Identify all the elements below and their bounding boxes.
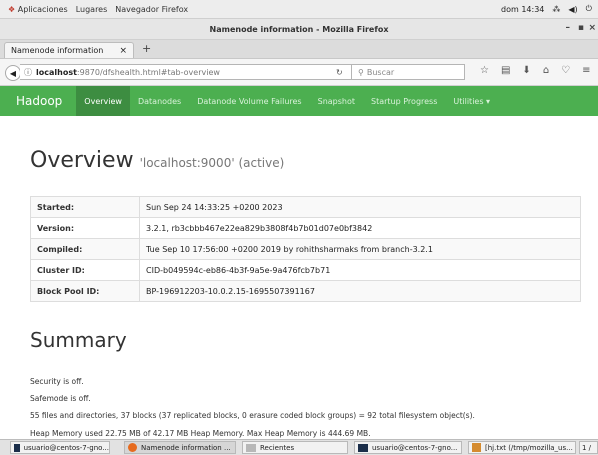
new-tab-icon[interactable]: +: [142, 42, 151, 55]
row-key: Block Pool ID:: [30, 280, 140, 302]
taskbar-item-recientes[interactable]: Recientes: [242, 441, 348, 454]
library-icon[interactable]: ▤: [501, 65, 510, 76]
text-editor-icon: [472, 443, 481, 452]
os-top-bar: ❖ Aplicaciones Lugares Navegador Firefox…: [0, 0, 598, 19]
taskbar-label: Namenode information ...: [141, 443, 231, 452]
download-icon[interactable]: ⬇: [522, 65, 530, 76]
menu-icon[interactable]: ≡: [582, 65, 590, 76]
taskbar-label: usuario@centos-7-gno...: [372, 443, 458, 452]
taskbar-label: Recientes: [260, 443, 295, 452]
volume-icon[interactable]: ◀): [568, 5, 577, 14]
taskbar-label: usuario@centos-7-gno...: [23, 443, 109, 452]
power-icon[interactable]: ⏻: [586, 4, 592, 14]
table-row: Version: 3.2.1, rb3cbbb467e22ea829b3808f4…: [30, 217, 581, 239]
firefox-icon: [128, 443, 137, 452]
taskbar-item-terminal-1[interactable]: usuario@centos-7-gno...: [10, 441, 110, 454]
nav-snapshot[interactable]: Snapshot: [310, 86, 363, 116]
taskbar-item-editor[interactable]: [hj.txt (/tmp/mozilla_us...: [468, 441, 576, 454]
heap-memory: Heap Memory used 22.75 MB of 42.17 MB He…: [30, 429, 371, 438]
bookmark-star-icon[interactable]: ☆: [480, 65, 489, 76]
row-value: Sun Sep 24 14:33:25 +0200 2023: [139, 196, 581, 218]
hadoop-navbar: Hadoop Overview Datanodes Datanode Volum…: [0, 86, 598, 116]
row-key: Version:: [30, 217, 140, 239]
network-icon[interactable]: ⁂: [552, 5, 560, 14]
table-row: Cluster ID: CID-b049594c-eb86-4b3f-9a5e-9…: [30, 259, 581, 281]
taskbar-item-terminal-2[interactable]: usuario@centos-7-gno...: [354, 441, 462, 454]
table-row: Started: Sun Sep 24 14:33:25 +0200 2023: [30, 196, 581, 218]
table-row: Block Pool ID: BP-196912203-10.0.2.15-169…: [30, 280, 581, 302]
back-icon[interactable]: ◀: [5, 65, 21, 81]
overview-subtitle: 'localhost:9000' (active): [139, 156, 285, 170]
url-bar[interactable]: ⓘ localhost:9870/dfshealth.html#tab-over…: [20, 64, 352, 80]
search-input[interactable]: ⚲ Buscar: [351, 64, 465, 80]
taskbar-label: [hj.txt (/tmp/mozilla_us...: [485, 443, 573, 452]
workspace-indicator[interactable]: 1 /: [579, 441, 598, 454]
nav-overview[interactable]: Overview: [76, 86, 130, 116]
row-value: 3.2.1, rb3cbbb467e22ea829b3808f4b7b01d07…: [139, 217, 581, 239]
row-value: Tue Sep 10 17:56:00 +0200 2019 by rohith…: [139, 238, 581, 260]
filesystem-objects: 55 files and directories, 37 blocks (37 …: [30, 411, 475, 420]
nav-volume-failures[interactable]: Datanode Volume Failures: [189, 86, 309, 116]
places-menu[interactable]: Lugares: [76, 5, 108, 14]
row-value: BP-196912203-10.0.2.15-1695507391167: [139, 280, 581, 302]
maximize-icon[interactable]: ▪: [578, 23, 584, 33]
search-icon: ⚲: [358, 67, 364, 77]
url-path: :9870/dfshealth.html#tab-overview: [76, 67, 220, 77]
nav-datanodes[interactable]: Datanodes: [130, 86, 189, 116]
table-row: Compiled: Tue Sep 10 17:56:00 +0200 2019 …: [30, 238, 581, 260]
clock[interactable]: dom 14:34: [501, 5, 544, 14]
security-status: Security is off.: [30, 377, 84, 386]
summary-heading: Summary: [30, 328, 127, 352]
applications-menu[interactable]: ❖ Aplicaciones: [8, 5, 68, 14]
pocket-icon[interactable]: ♡: [561, 65, 570, 76]
url-host: localhost: [36, 67, 77, 77]
close-window-icon[interactable]: ×: [588, 23, 596, 33]
overview-table: Started: Sun Sep 24 14:33:25 +0200 2023 V…: [30, 196, 581, 302]
search-placeholder: Buscar: [366, 67, 395, 77]
window-title: Namenode information - Mozilla Firefox: [209, 24, 389, 34]
apps-icon: ❖: [8, 4, 16, 14]
safemode-status: Safemode is off.: [30, 394, 91, 403]
tab-namenode[interactable]: Namenode information ×: [4, 42, 134, 58]
hadoop-brand[interactable]: Hadoop: [16, 94, 62, 108]
window-title-bar: Namenode information - Mozilla Firefox –…: [0, 19, 598, 40]
minimize-icon[interactable]: –: [566, 23, 571, 33]
close-tab-icon[interactable]: ×: [119, 46, 127, 56]
nav-startup-progress[interactable]: Startup Progress: [363, 86, 445, 116]
info-icon[interactable]: ⓘ: [24, 67, 32, 78]
terminal-icon: [14, 443, 20, 452]
tab-strip: Namenode information × +: [0, 40, 598, 59]
row-value: CID-b049594c-eb86-4b3f-9a5e-9a476fcb7b71: [139, 259, 581, 281]
terminal-icon: [358, 443, 368, 452]
overview-heading: Overview 'localhost:9000' (active): [30, 148, 284, 173]
home-icon[interactable]: ⌂: [543, 65, 549, 76]
overview-title: Overview: [30, 148, 134, 173]
nav-utilities[interactable]: Utilities ▾: [445, 86, 498, 116]
reload-icon[interactable]: ↻: [336, 68, 343, 77]
row-key: Started:: [30, 196, 140, 218]
taskbar-item-firefox[interactable]: Namenode information ...: [124, 441, 236, 454]
folder-icon: [246, 443, 256, 452]
row-key: Compiled:: [30, 238, 140, 260]
tab-label: Namenode information: [11, 46, 104, 55]
navigation-bar: ◀ ⓘ localhost:9870/dfshealth.html#tab-ov…: [0, 59, 598, 86]
taskbar: usuario@centos-7-gno... Namenode informa…: [0, 439, 598, 455]
row-key: Cluster ID:: [30, 259, 140, 281]
browser-menu[interactable]: Navegador Firefox: [115, 5, 188, 14]
